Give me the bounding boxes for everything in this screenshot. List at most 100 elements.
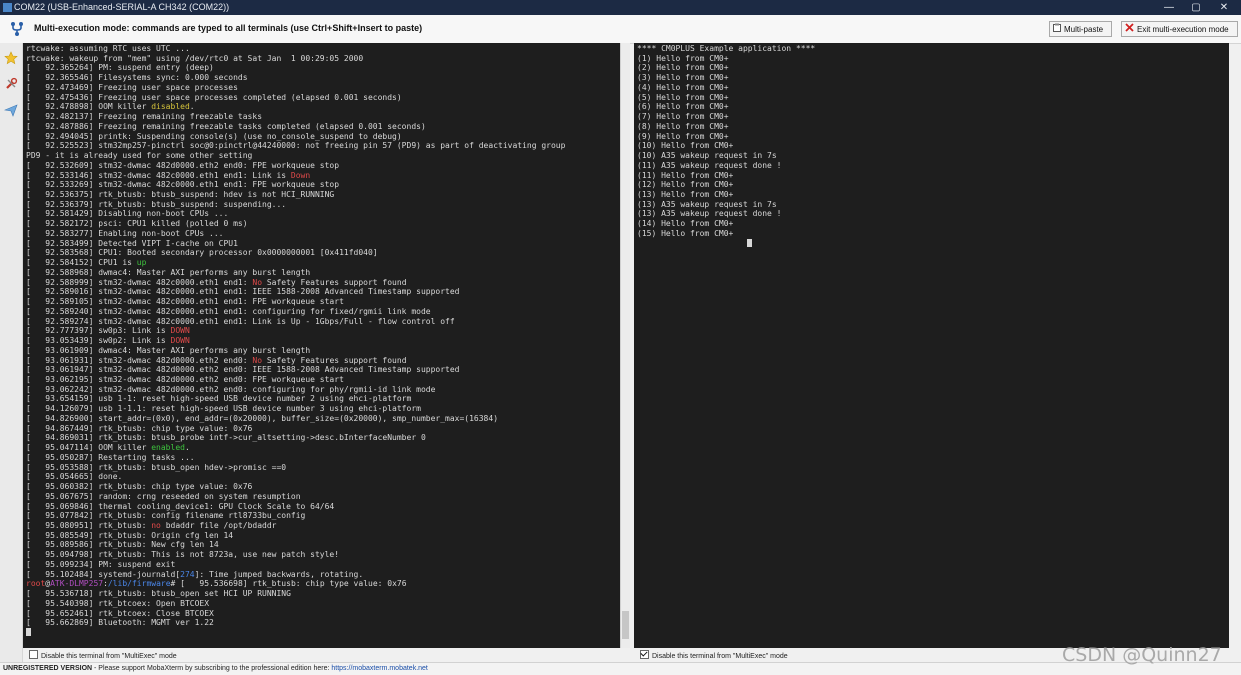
terminal-line: [ 93.062242] stm32-dwmac 482d0000.eth2 e… bbox=[26, 385, 620, 395]
right-disable-label: Disable this terminal from "MultiExec" m… bbox=[652, 653, 788, 660]
terminal-line: **** CM0PLUS Example application **** bbox=[637, 44, 1229, 54]
terminal-line: [ 92.777397] sw0p3: Link is DOWN bbox=[26, 326, 620, 336]
terminal-line: [ 93.061931] stm32-dwmac 482d0000.eth2 e… bbox=[26, 356, 620, 366]
terminal-line: (7) Hello from CM0+ bbox=[637, 112, 1229, 122]
terminal-text: rtcwake: assuming RTC uses UTC ... bbox=[26, 44, 190, 53]
terminal-text: [ 92.532609] stm32-dwmac 482d0000.eth2 e… bbox=[26, 160, 340, 170]
terminal-line: (13) Hello from CM0+ bbox=[637, 190, 1229, 200]
terminal-text: [ 95.540398] rtk_btcoex: Open BTCOEX bbox=[26, 598, 210, 608]
terminal-text: [ 92.365546] Filesystems sync: 0.000 sec… bbox=[26, 73, 248, 83]
terminal-text: [ 95.047114] OOM killer bbox=[26, 443, 152, 453]
terminal-line: [ 95.085549] rtk_btusb: Origin cfg len 1… bbox=[26, 531, 620, 541]
terminal-text: Safety Features support found bbox=[262, 355, 407, 365]
close-button[interactable]: ✕ bbox=[1212, 0, 1236, 15]
terminal-text: [ 95.077842] rtk_btusb: config filename … bbox=[26, 511, 306, 521]
terminal-text: (13) A35 wakeup request done ! bbox=[637, 209, 782, 219]
terminal-text: /lib/firmware bbox=[107, 579, 171, 589]
terminal-text: No bbox=[252, 355, 263, 365]
terminal-line: [ 95.054665] done. bbox=[26, 472, 620, 482]
terminal-line: [ 95.047114] OOM killer enabled. bbox=[26, 443, 620, 453]
terminal-line: [ 92.478898] OOM killer disabled. bbox=[26, 102, 620, 112]
terminal-text: [ 92.582172] psci: CPU1 killed (polled 0… bbox=[26, 219, 248, 229]
terminal-line: [ 95.652461] rtk_btcoex: Close BTCOEX bbox=[26, 609, 620, 619]
terminal-line: [ 95.050287] Restarting tasks ... bbox=[26, 453, 620, 463]
terminal-line: rtcwake: assuming RTC uses UTC ... bbox=[26, 44, 620, 54]
send-icon[interactable] bbox=[3, 103, 18, 117]
clipboard-icon bbox=[1053, 22, 1061, 38]
terminal-line: [ 95.060382] rtk_btusb: chip type value:… bbox=[26, 482, 620, 492]
terminal-line: [ 93.053439] sw0p2: Link is DOWN bbox=[26, 336, 620, 346]
terminal-line: [ 93.061947] stm32-dwmac 482d0000.eth2 e… bbox=[26, 365, 620, 375]
terminal-text: [ 92.525523] stm32mp257-pinctrl soc@0:pi… bbox=[26, 141, 566, 151]
terminal-text: up bbox=[136, 258, 147, 268]
terminal-line: [ 92.583499] Detected VIPT I-cache on CP… bbox=[26, 239, 620, 249]
mobaxterm-link[interactable]: https://mobaxterm.mobatek.net bbox=[331, 665, 428, 672]
terminal-line: [ 92.487886] Freezing remaining freezabl… bbox=[26, 122, 620, 132]
terminal-text: DOWN bbox=[170, 326, 190, 336]
terminal-line: (10) Hello from CM0+ bbox=[637, 141, 1229, 151]
terminal-text: [ 95.536718] rtk_btusb: btusb_open set H… bbox=[26, 589, 291, 599]
terminal-line: [ 95.069846] thermal cooling_device1: GP… bbox=[26, 502, 620, 512]
terminal-text: [ 94.126079] usb 1-1.1: reset high-speed… bbox=[26, 404, 421, 414]
left-disable-multiexec[interactable]: Disable this terminal from "MultiExec" m… bbox=[29, 650, 177, 662]
terminal-text: [ 92.584152] CPU1 is bbox=[26, 258, 137, 268]
terminal-text: [ 92.533269] stm32-dwmac 482c0000.eth1 e… bbox=[26, 180, 340, 190]
terminal-line: (9) Hello from CM0+ bbox=[637, 132, 1229, 142]
terminal-line: [ 92.525523] stm32mp257-pinctrl soc@0:pi… bbox=[26, 141, 620, 151]
terminal-text: [ 92.583568] CPU1: Booted secondary proc… bbox=[26, 248, 378, 258]
terminal-text: [ 95.060382] rtk_btusb: chip type value:… bbox=[26, 482, 253, 492]
terminal-line: (3) Hello from CM0+ bbox=[637, 73, 1229, 83]
terminal-line: (11) Hello from CM0+ bbox=[637, 171, 1229, 181]
status-bar: UNREGISTERED VERSION - Please support Mo… bbox=[0, 662, 1241, 675]
side-toolbar bbox=[0, 43, 23, 662]
right-disable-checkbox[interactable] bbox=[640, 650, 649, 659]
right-disable-multiexec[interactable]: Disable this terminal from "MultiExec" m… bbox=[640, 650, 788, 662]
star-icon[interactable] bbox=[4, 51, 18, 65]
terminal-line: [ 92.581429] Disabling non-boot CPUs ... bbox=[26, 209, 620, 219]
fork-icon bbox=[10, 21, 24, 42]
terminal-text: [ 92.581429] Disabling non-boot CPUs ... bbox=[26, 209, 229, 219]
terminal-line: [ 92.482137] Freezing remaining freezabl… bbox=[26, 112, 620, 122]
terminal-line: [ 92.536379] rtk_btusb: btusb_suspend: s… bbox=[26, 200, 620, 210]
left-disable-checkbox[interactable] bbox=[29, 650, 38, 659]
minimize-button[interactable]: — bbox=[1157, 0, 1181, 15]
terminal-line: root@ATK-DLMP257:/lib/firmware# [ 95.536… bbox=[26, 579, 620, 589]
terminal-line: [ 95.077842] rtk_btusb: config filename … bbox=[26, 511, 620, 521]
terminal-text: ATK-DLMP257 bbox=[50, 579, 104, 589]
terminal-text: Safety Features support found bbox=[262, 277, 407, 287]
app-icon bbox=[3, 3, 12, 12]
terminal-line: rtcwake: wakeup from "mem" using /dev/rt… bbox=[26, 54, 620, 64]
terminal-text: [ 94.869031] rtk_btusb: btusb_probe intf… bbox=[26, 433, 426, 443]
terminal-text: # [ 95.536698] rtk_btusb: chip type valu… bbox=[170, 579, 407, 589]
terminal-line: [ 94.826900] start_addr=(0x0), end_addr=… bbox=[26, 414, 620, 424]
terminal-line: [ 95.067675] random: crng reseeded on sy… bbox=[26, 492, 620, 502]
maximize-button[interactable]: ▢ bbox=[1184, 0, 1208, 15]
terminal-text: [ 95.054665] done. bbox=[26, 472, 123, 482]
terminal-text: (3) Hello from CM0+ bbox=[637, 73, 729, 83]
left-terminal[interactable]: rtcwake: assuming RTC uses UTC ... rtcwak… bbox=[23, 43, 620, 648]
terminal-text: [ 95.094798] rtk_btusb: This is not 8723… bbox=[26, 550, 340, 560]
terminal-line: (6) Hello from CM0+ bbox=[637, 102, 1229, 112]
terminal-text: [ 93.061931] stm32-dwmac 482d0000.eth2 e… bbox=[26, 355, 253, 365]
scrollbar-thumb[interactable] bbox=[622, 611, 629, 639]
terminal-text: . bbox=[189, 102, 195, 112]
tools-icon[interactable] bbox=[4, 77, 18, 91]
right-terminal[interactable]: **** CM0PLUS Example application **** (1)… bbox=[634, 43, 1229, 648]
left-terminal-scrollbar[interactable] bbox=[620, 43, 630, 648]
terminal-line: (14) Hello from CM0+ bbox=[637, 219, 1229, 229]
terminal-line: [ 92.584152] CPU1 is up bbox=[26, 258, 620, 268]
terminal-text: [ 95.652461] rtk_btcoex: Close BTCOEX bbox=[26, 608, 214, 618]
terminal-text: [ 92.589240] stm32-dwmac 482c0000.eth1 e… bbox=[26, 306, 431, 316]
terminal-text: [ 93.062195] stm32-dwmac 482d0000.eth2 e… bbox=[26, 374, 344, 384]
left-disable-label: Disable this terminal from "MultiExec" m… bbox=[41, 653, 177, 660]
terminal-text: [ 93.654159] usb 1-1: reset high-speed U… bbox=[26, 394, 412, 404]
terminal-line: [ 92.533146] stm32-dwmac 482c0000.eth1 e… bbox=[26, 171, 620, 181]
terminal-text: [ 95.099234] PM: suspend exit bbox=[26, 559, 176, 569]
multipaste-button[interactable]: Multi-paste bbox=[1049, 21, 1112, 37]
terminal-line: [ 93.654159] usb 1-1: reset high-speed U… bbox=[26, 394, 620, 404]
terminal-text: (6) Hello from CM0+ bbox=[637, 102, 729, 112]
terminal-line: [ 92.494045] printk: Suspending console(… bbox=[26, 132, 620, 142]
terminal-line: (1) Hello from CM0+ bbox=[637, 54, 1229, 64]
terminal-line: [ 94.126079] usb 1-1.1: reset high-speed… bbox=[26, 404, 620, 414]
exit-multiexec-button[interactable]: Exit multi-execution mode bbox=[1121, 21, 1238, 37]
